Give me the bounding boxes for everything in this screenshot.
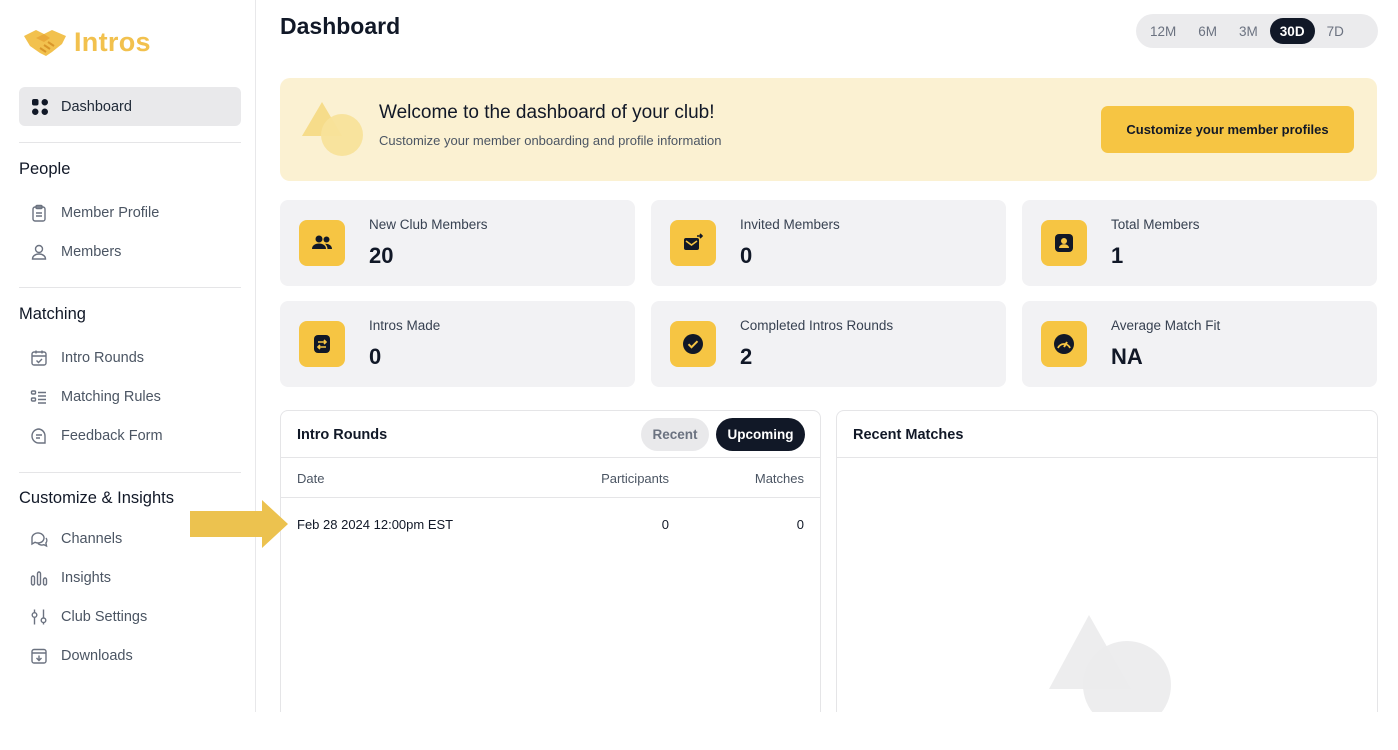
calendar-check-icon	[31, 350, 47, 366]
sidebar-item-matching-rules[interactable]: Matching Rules	[30, 386, 161, 408]
welcome-banner: Welcome to the dashboard of your club! C…	[280, 78, 1377, 181]
section-title-customize-insights: Customize & Insights	[19, 489, 174, 507]
sidebar-item-dashboard[interactable]: Dashboard	[19, 87, 241, 126]
divider	[19, 142, 241, 143]
range-7d-button[interactable]: 7D	[1317, 18, 1354, 44]
stat-value: NA	[1111, 344, 1143, 369]
stat-card-invited-members: Invited Members 0	[651, 200, 1006, 286]
empty-state-shapes-icon	[1049, 615, 1171, 712]
sidebar: Intros Dashboard People Member Profile M…	[0, 0, 256, 712]
range-6m-button[interactable]: 6M	[1188, 18, 1227, 44]
range-3m-button[interactable]: 3M	[1229, 18, 1268, 44]
sidebar-item-label: Insights	[61, 570, 111, 586]
cell-participants: 0	[661, 517, 669, 532]
sidebar-item-club-settings[interactable]: Club Settings	[30, 606, 147, 628]
sidebar-item-member-profile[interactable]: Member Profile	[30, 202, 159, 224]
panel-title: Recent Matches	[853, 427, 964, 443]
customize-profiles-button[interactable]: Customize your member profiles	[1101, 106, 1354, 153]
sidebar-item-channels[interactable]: Channels	[30, 528, 122, 550]
stat-label: New Club Members	[369, 217, 488, 232]
sidebar-item-label: Member Profile	[61, 205, 160, 221]
banner-title: Welcome to the dashboard of your club!	[379, 102, 715, 123]
cell-matches: 0	[796, 517, 804, 532]
section-title-matching: Matching	[19, 305, 86, 323]
sidebar-item-label: Intro Rounds	[61, 350, 145, 366]
sidebar-item-feedback-form[interactable]: Feedback Form	[30, 425, 163, 447]
gauge-icon	[1041, 321, 1087, 367]
range-12m-button[interactable]: 12M	[1140, 18, 1186, 44]
recent-matches-panel: Recent Matches	[836, 410, 1378, 712]
stat-label: Invited Members	[740, 217, 840, 232]
intro-rounds-panel: Intro Rounds Recent Upcoming Date Partic…	[280, 410, 821, 712]
stat-label: Completed Intros Rounds	[740, 318, 894, 333]
range-30d-button[interactable]: 30D	[1269, 18, 1315, 44]
stat-card-average-match-fit: Average Match Fit NA	[1022, 301, 1377, 387]
stat-value: 1	[1111, 243, 1124, 268]
page-title: Dashboard	[280, 13, 401, 39]
divider	[19, 287, 241, 288]
handshake-icon	[24, 30, 66, 56]
sliders-icon	[31, 609, 47, 625]
sidebar-item-label: Members	[61, 244, 122, 260]
time-range-selector: 12M 6M 3M 30D 7D	[1136, 14, 1378, 48]
sidebar-item-label: Channels	[61, 531, 123, 547]
sidebar-item-members[interactable]: Members	[30, 241, 121, 263]
app-logo[interactable]: Intros	[22, 26, 151, 58]
tab-recent[interactable]: Recent	[641, 418, 709, 451]
sidebar-item-label: Matching Rules	[61, 389, 161, 405]
stat-card-new-club-members: New Club Members 20	[280, 200, 635, 286]
sidebar-item-downloads[interactable]: Downloads	[30, 645, 133, 667]
sidebar-item-label: Club Settings	[61, 609, 148, 625]
divider	[19, 472, 241, 473]
stat-label: Average Match Fit	[1111, 318, 1221, 333]
divider	[837, 457, 1377, 458]
sidebar-item-label: Feedback Form	[61, 428, 163, 444]
download-box-icon	[31, 648, 47, 664]
swap-icon	[299, 321, 345, 367]
column-header-date: Date	[297, 471, 325, 486]
stat-card-completed-intros-rounds: Completed Intros Rounds 2	[651, 301, 1006, 387]
arrow-annotation-icon	[190, 500, 288, 548]
divider	[281, 497, 820, 498]
bar-chart-icon	[30, 571, 48, 586]
stat-value: 20	[369, 243, 394, 268]
cell-date: Feb 28 2024 12:00pm EST	[297, 517, 454, 532]
sidebar-item-insights[interactable]: Insights	[30, 567, 111, 589]
stat-value: 2	[740, 344, 753, 369]
divider	[281, 457, 820, 458]
banner-subtitle: Customize your member onboarding and pro…	[379, 133, 722, 148]
tab-upcoming[interactable]: Upcoming	[716, 418, 805, 451]
message-icon	[31, 428, 46, 444]
stat-label: Intros Made	[369, 318, 441, 333]
column-header-matches: Matches	[754, 471, 804, 486]
sidebar-item-label: Downloads	[61, 648, 133, 664]
shapes-illustration-icon	[302, 102, 363, 156]
mail-send-icon	[670, 220, 716, 266]
list-icon	[30, 390, 46, 404]
id-badge-icon	[1041, 220, 1087, 266]
chat-bubbles-icon	[31, 532, 48, 548]
stat-card-intros-made: Intros Made 0	[280, 301, 635, 387]
users-icon	[31, 244, 47, 260]
logo-text: Intros	[74, 26, 151, 57]
panel-title: Intro Rounds	[297, 427, 388, 443]
sidebar-item-label: Dashboard	[61, 98, 132, 115]
column-header-participants: Participants	[601, 471, 669, 486]
stat-value: 0	[369, 344, 382, 369]
stat-label: Total Members	[1111, 217, 1200, 232]
section-title-people: People	[19, 160, 71, 178]
clipboard-icon	[32, 204, 46, 222]
users-icon	[299, 220, 345, 266]
stat-card-total-members: Total Members 1	[1022, 200, 1377, 286]
stat-value: 0	[740, 243, 753, 268]
grid-icon	[32, 98, 48, 115]
check-circle-icon	[670, 321, 716, 367]
sidebar-item-intro-rounds[interactable]: Intro Rounds	[30, 347, 144, 369]
